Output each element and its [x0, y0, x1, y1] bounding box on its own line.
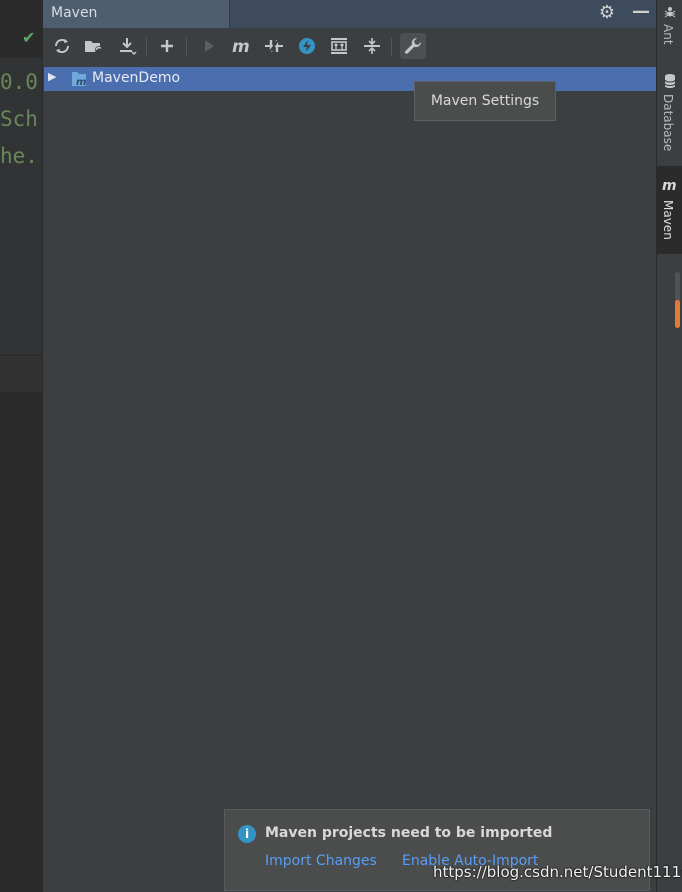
maven-tab-label: Maven	[661, 200, 675, 240]
maven-tab[interactable]: Maven	[43, 0, 230, 28]
maven-tool-window: Maven ⚙ — m ▶ m MavenDemo Maven Settings…	[42, 0, 657, 892]
import-changes-link[interactable]: Import Changes	[265, 853, 377, 869]
code-line: 0.0	[0, 70, 38, 94]
lightning-icon[interactable]	[295, 34, 319, 58]
tool-window-header: Maven ⚙ —	[43, 0, 657, 28]
ant-icon	[661, 4, 679, 22]
editor-gutter-band	[0, 58, 42, 354]
toolbar-separator	[146, 38, 147, 56]
svg-text:m: m	[662, 178, 677, 194]
scroll-marker	[675, 300, 680, 328]
svg-text:m: m	[76, 77, 86, 88]
database-icon	[661, 72, 679, 90]
wrench-icon[interactable]	[400, 33, 426, 59]
database-tab[interactable]: Database	[657, 68, 682, 160]
minimize-icon[interactable]: —	[630, 2, 652, 24]
tool-window-title: Maven	[51, 5, 98, 21]
toolbar-separator	[186, 38, 187, 56]
code-line: Sch	[0, 107, 38, 131]
tree-item-mavendemo[interactable]: ▶ m MavenDemo	[44, 67, 657, 91]
code-line: he.	[0, 144, 38, 168]
inspection-ok-check-icon: ✔	[22, 28, 36, 47]
maven-toolbar: m	[43, 28, 657, 64]
collapse-icon[interactable]	[360, 34, 384, 58]
maven-m-icon[interactable]: m	[230, 34, 254, 58]
database-tab-label: Database	[661, 94, 675, 152]
plus-icon[interactable]	[155, 34, 179, 58]
right-tool-strip: Ant Database m Maven	[656, 0, 682, 892]
editor-divider	[0, 356, 42, 392]
svg-text:m: m	[232, 37, 250, 57]
maven-settings-tooltip: Maven Settings	[414, 81, 556, 121]
ant-tab[interactable]: Ant	[657, 0, 682, 60]
scrollbar-thumb[interactable]	[675, 272, 680, 328]
toolbar-separator	[391, 38, 392, 56]
refresh-icon[interactable]	[50, 34, 74, 58]
tree-item-label: MavenDemo	[92, 70, 181, 86]
dependencies-icon[interactable]	[327, 34, 351, 58]
editor-area[interactable]: ✔ 0.0 Sch he.	[0, 0, 42, 892]
watermark-text: https://blog.csdn.net/Student111w	[433, 863, 682, 881]
gear-icon[interactable]: ⚙	[596, 2, 618, 24]
ant-tab-label: Ant	[661, 24, 675, 45]
maven-m-icon: m	[661, 176, 679, 194]
maven-side-tab[interactable]: m Maven	[657, 166, 682, 254]
expand-arrow-icon[interactable]: ▶	[48, 70, 56, 83]
notification-message: Maven projects need to be imported	[265, 825, 553, 841]
maven-project-icon: m	[70, 70, 88, 88]
download-icon[interactable]	[115, 34, 139, 58]
offline-icon[interactable]	[262, 34, 286, 58]
play-icon[interactable]	[197, 34, 221, 58]
folder-refresh-icon[interactable]	[82, 34, 106, 58]
info-icon: i	[238, 825, 256, 843]
